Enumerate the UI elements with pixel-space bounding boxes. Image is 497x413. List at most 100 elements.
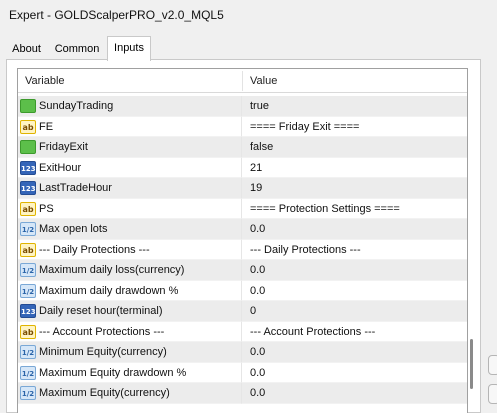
- table-row[interactable]: ab FE ==== Friday Exit ====: [18, 116, 467, 137]
- string-parameter-icon: ab: [20, 242, 36, 257]
- bool-parameter-icon: [20, 99, 36, 113]
- value-cell[interactable]: true: [242, 96, 467, 117]
- parameter-value[interactable]: ==== Friday Exit ====: [250, 117, 359, 137]
- variable-name: ExitHour: [39, 161, 82, 174]
- table-row[interactable]: 123 LastTradeHour 19: [18, 178, 467, 199]
- expert-properties-window: Expert - GOLDScalperPRO_v2.0_MQL5 About …: [0, 0, 497, 413]
- table-row[interactable]: 123 Daily reset hour(terminal) 0: [18, 301, 467, 322]
- string-parameter-icon: ab: [20, 119, 36, 134]
- value-cell[interactable]: ==== Friday Exit ====: [242, 116, 467, 137]
- table-row[interactable]: ab --- Account Protections --- --- Account…: [18, 321, 467, 342]
- variable-cell[interactable]: 1/2 Max open lots: [18, 219, 242, 240]
- table-row[interactable]: 1/2 Maximum Equity drawdown % 0.0: [18, 362, 467, 383]
- parameter-value[interactable]: --- Daily Protections ---: [250, 240, 361, 260]
- value-cell[interactable]: 0: [242, 301, 467, 322]
- variable-name: Max open lots: [39, 223, 108, 235]
- table-row[interactable]: 1/2 Max open lots 0.0: [18, 219, 467, 240]
- window-title: Expert - GOLDScalperPRO_v2.0_MQL5: [0, 0, 497, 34]
- string-parameter-icon: ab: [20, 201, 36, 216]
- table-body: SundayTrading true ab FE ==== Friday Exit ==…: [18, 96, 467, 404]
- tab-inputs[interactable]: Inputs: [107, 36, 151, 61]
- parameter-value[interactable]: ==== Protection Settings ====: [250, 199, 400, 219]
- table-row[interactable]: 1/2 Maximum daily drawdown % 0.0: [18, 280, 467, 301]
- variable-name: Maximum daily drawdown %: [39, 284, 179, 297]
- variable-name: FE: [39, 120, 54, 133]
- value-cell[interactable]: --- Account Protections ---: [242, 321, 467, 342]
- double-parameter-icon: 1/2: [20, 365, 36, 380]
- inputs-table: Variable Value SundayTrading true ab FE ====…: [17, 68, 468, 413]
- table-row[interactable]: 1/2 Maximum Equity(currency) 0.0: [18, 383, 467, 404]
- table-row[interactable]: FridayExit false: [18, 137, 467, 158]
- variable-cell[interactable]: 1/2 Maximum Equity(currency): [18, 383, 242, 404]
- value-cell[interactable]: 21: [242, 157, 467, 178]
- variable-name: --- Daily Protections ---: [39, 243, 150, 256]
- parameter-value[interactable]: 0.0: [250, 342, 265, 362]
- variable-cell[interactable]: 1/2 Maximum daily drawdown %: [18, 280, 242, 301]
- bool-parameter-icon: [20, 140, 36, 154]
- double-parameter-icon: 1/2: [20, 222, 36, 236]
- variable-name: LastTradeHour: [39, 182, 112, 194]
- variable-cell[interactable]: 123 Daily reset hour(terminal): [18, 301, 242, 322]
- tab-common[interactable]: Common: [50, 40, 104, 60]
- variable-cell[interactable]: ab FE: [18, 116, 242, 137]
- parameter-value[interactable]: 0.0: [250, 281, 265, 301]
- variable-cell[interactable]: ab PS: [18, 198, 242, 219]
- value-cell[interactable]: 0.0: [242, 342, 467, 363]
- column-header-variable[interactable]: Variable: [25, 69, 65, 93]
- variable-name: PS: [39, 202, 54, 215]
- side-button-lower[interactable]: [488, 384, 497, 404]
- value-cell[interactable]: 0.0: [242, 362, 467, 383]
- variable-name: Maximum Equity(currency): [39, 387, 170, 399]
- parameter-value[interactable]: false: [250, 137, 273, 157]
- side-button-upper[interactable]: [488, 355, 497, 375]
- value-cell[interactable]: 19: [242, 178, 467, 199]
- parameter-value[interactable]: 0: [250, 301, 256, 321]
- table-row[interactable]: 123 ExitHour 21: [18, 157, 467, 178]
- variable-cell[interactable]: 1/2 Minimum Equity(currency): [18, 342, 242, 363]
- variable-name: Maximum Equity drawdown %: [39, 366, 187, 379]
- table-row[interactable]: ab --- Daily Protections --- --- Daily Pro…: [18, 239, 467, 260]
- variable-cell[interactable]: ab --- Daily Protections ---: [18, 239, 242, 260]
- parameter-value[interactable]: 21: [250, 158, 262, 178]
- parameter-value[interactable]: 0.0: [250, 383, 265, 403]
- vertical-scrollbar-thumb[interactable]: [470, 339, 473, 389]
- parameter-value[interactable]: 0.0: [250, 363, 265, 383]
- value-cell[interactable]: 0.0: [242, 219, 467, 240]
- variable-name: Minimum Equity(currency): [39, 346, 167, 358]
- variable-name: SundayTrading: [39, 100, 114, 112]
- parameter-value[interactable]: true: [250, 96, 269, 116]
- table-row[interactable]: ab PS ==== Protection Settings ====: [18, 198, 467, 219]
- parameter-value[interactable]: 0.0: [250, 219, 265, 239]
- column-divider[interactable]: [242, 71, 243, 91]
- value-cell[interactable]: ==== Protection Settings ====: [242, 198, 467, 219]
- value-cell[interactable]: false: [242, 137, 467, 158]
- variable-cell[interactable]: ab --- Account Protections ---: [18, 321, 242, 342]
- table-row[interactable]: SundayTrading true: [18, 96, 467, 117]
- parameter-value[interactable]: 0.0: [250, 260, 265, 280]
- table-header: Variable Value: [18, 69, 467, 93]
- variable-cell[interactable]: 1/2 Maximum Equity drawdown %: [18, 362, 242, 383]
- integer-parameter-icon: 123: [20, 304, 36, 318]
- value-cell[interactable]: --- Daily Protections ---: [242, 239, 467, 260]
- variable-name: Maximum daily loss(currency): [39, 264, 185, 276]
- double-parameter-icon: 1/2: [20, 345, 36, 359]
- tab-about[interactable]: About: [6, 40, 47, 60]
- double-parameter-icon: 1/2: [20, 283, 36, 298]
- value-cell[interactable]: 0.0: [242, 280, 467, 301]
- variable-cell[interactable]: 123 ExitHour: [18, 157, 242, 178]
- variable-name: FridayExit: [39, 141, 88, 153]
- double-parameter-icon: 1/2: [20, 386, 36, 400]
- variable-cell[interactable]: SundayTrading: [18, 96, 242, 117]
- value-cell[interactable]: 0.0: [242, 383, 467, 404]
- parameter-value[interactable]: 19: [250, 178, 262, 198]
- parameter-value[interactable]: --- Account Protections ---: [250, 322, 375, 342]
- table-row[interactable]: 1/2 Maximum daily loss(currency) 0.0: [18, 260, 467, 281]
- variable-cell[interactable]: 1/2 Maximum daily loss(currency): [18, 260, 242, 281]
- variable-cell[interactable]: 123 LastTradeHour: [18, 178, 242, 199]
- variable-name: --- Account Protections ---: [39, 325, 165, 338]
- string-parameter-icon: ab: [20, 324, 36, 339]
- table-row[interactable]: 1/2 Minimum Equity(currency) 0.0: [18, 342, 467, 363]
- variable-cell[interactable]: FridayExit: [18, 137, 242, 158]
- column-header-value[interactable]: Value: [250, 69, 277, 93]
- value-cell[interactable]: 0.0: [242, 260, 467, 281]
